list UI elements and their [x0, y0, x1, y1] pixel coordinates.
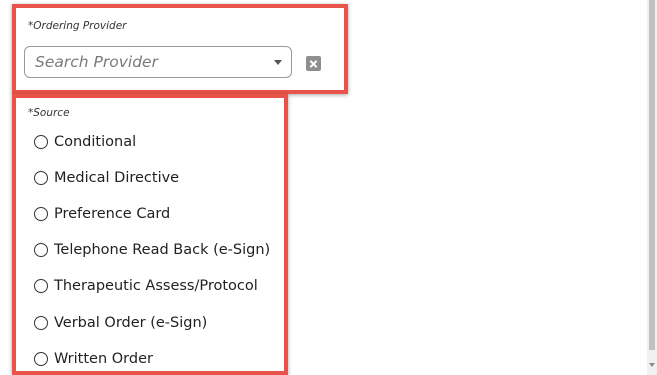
source-option-verbal-order[interactable]: Verbal Order (e-Sign)	[34, 312, 207, 334]
source-option-label: Verbal Order (e-Sign)	[54, 315, 208, 331]
provider-search-placeholder: Search Provider	[35, 53, 158, 71]
source-option-telephone-read-back[interactable]: Telephone Read Back (e-Sign)	[34, 239, 270, 261]
source-option-conditional[interactable]: Conditional	[34, 131, 136, 153]
source-section: *Source Conditional Medical Directive Pr…	[12, 94, 288, 375]
radio-button[interactable]	[34, 279, 48, 293]
source-option-preference-card[interactable]: Preference Card	[34, 203, 170, 225]
source-option-medical-directive[interactable]: Medical Directive	[34, 167, 179, 189]
radio-button[interactable]	[34, 207, 48, 221]
source-label: *Source	[28, 107, 70, 119]
source-option-label: Conditional	[54, 134, 137, 150]
source-option-label: Written Order	[54, 351, 153, 367]
source-option-label: Medical Directive	[54, 170, 180, 186]
source-option-therapeutic-assess[interactable]: Therapeutic Assess/Protocol	[34, 275, 258, 297]
source-option-written-order[interactable]: Written Order	[34, 348, 153, 370]
provider-search-dropdown[interactable]: Search Provider	[24, 46, 292, 78]
radio-button[interactable]	[34, 171, 48, 185]
radio-button[interactable]	[34, 243, 48, 257]
ordering-provider-label: *Ordering Provider	[28, 20, 127, 32]
radio-button[interactable]	[34, 352, 48, 366]
chevron-down-icon[interactable]	[274, 60, 282, 65]
vertical-scrollbar[interactable]	[647, 0, 657, 375]
scroll-down-arrow-icon[interactable]	[649, 363, 655, 367]
radio-button[interactable]	[34, 135, 48, 149]
source-option-label: Preference Card	[54, 206, 171, 222]
scrollbar-thumb[interactable]	[649, 0, 655, 350]
radio-button[interactable]	[34, 316, 48, 330]
source-option-label: Telephone Read Back (e-Sign)	[54, 242, 271, 258]
ordering-provider-section: *Ordering Provider Search Provider	[12, 4, 348, 94]
clear-provider-button[interactable]	[306, 56, 321, 71]
source-option-label: Therapeutic Assess/Protocol	[54, 278, 258, 294]
